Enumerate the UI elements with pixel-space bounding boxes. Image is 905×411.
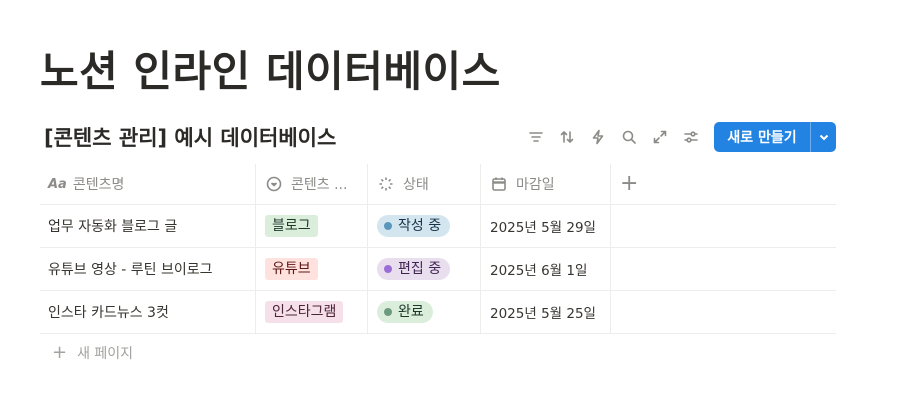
due-cell[interactable]: 2025년 6월 1일: [481, 248, 611, 290]
type-tag: 유튜브: [265, 258, 318, 280]
type-tag: 인스타그램: [265, 301, 344, 323]
add-column-icon[interactable]: +: [620, 173, 638, 195]
due-date: 2025년 5월 29일: [490, 220, 596, 236]
empty-cell: [611, 205, 836, 247]
new-page-label: 새 페이지: [77, 346, 134, 362]
new-page-button[interactable]: + 새 페이지: [52, 343, 133, 363]
status-dot: [384, 265, 392, 273]
add-column-cell: +: [611, 164, 836, 204]
empty-cell: [611, 291, 836, 333]
status-dot: [384, 308, 392, 316]
status-icon: [377, 175, 395, 193]
database-toolbar: [520, 122, 706, 152]
column-header-label: 콘텐츠 ...: [291, 177, 348, 193]
column-header-due[interactable]: 마감일: [481, 164, 611, 204]
column-header-type[interactable]: 콘텐츠 ...: [256, 164, 368, 204]
table-row[interactable]: 유튜브 영상 - 루틴 브이로그 유튜브 편집 중 2025년 6월 1일: [40, 248, 836, 291]
status-badge: 편집 중: [377, 258, 451, 280]
empty-cell: [611, 248, 836, 290]
automation-icon[interactable]: [582, 122, 613, 152]
new-button-group: 새로 만들기: [714, 122, 836, 152]
sort-icon[interactable]: [551, 122, 582, 152]
type-cell[interactable]: 블로그: [256, 205, 368, 247]
new-button[interactable]: 새로 만들기: [714, 122, 810, 152]
due-date: 2025년 5월 25일: [490, 306, 596, 322]
type-tag: 블로그: [265, 215, 318, 237]
column-header-label: 마감일: [516, 177, 555, 193]
page-title: 노션 인라인 데이터베이스: [40, 47, 501, 96]
column-header-label: 콘텐츠명: [72, 177, 125, 193]
column-header-label: 상태: [403, 177, 429, 193]
name-cell[interactable]: 인스타 카드뉴스 3컷: [40, 291, 256, 333]
status-cell[interactable]: 작성 중: [368, 205, 481, 247]
status-label: 완료: [398, 304, 424, 320]
column-header-status[interactable]: 상태: [368, 164, 481, 204]
status-label: 작성 중: [398, 218, 442, 234]
status-label: 편집 중: [398, 261, 442, 277]
status-cell[interactable]: 편집 중: [368, 248, 481, 290]
due-cell[interactable]: 2025년 5월 29일: [481, 205, 611, 247]
database-title[interactable]: [콘텐츠 관리] 예시 데이터베이스: [44, 122, 336, 152]
status-dot: [384, 222, 392, 230]
row-name: 유튜브 영상 - 루틴 브이로그: [48, 262, 213, 278]
search-icon[interactable]: [613, 122, 644, 152]
filter-icon[interactable]: [520, 122, 551, 152]
row-name: 업무 자동화 블로그 글: [48, 219, 178, 235]
table-row[interactable]: 업무 자동화 블로그 글 블로그 작성 중 2025년 5월 29일: [40, 205, 836, 248]
status-badge: 작성 중: [377, 215, 451, 237]
name-cell[interactable]: 유튜브 영상 - 루틴 브이로그: [40, 248, 256, 290]
select-icon: [265, 175, 283, 193]
row-name: 인스타 카드뉴스 3컷: [48, 305, 169, 321]
calendar-icon: [490, 175, 508, 193]
type-cell[interactable]: 유튜브: [256, 248, 368, 290]
table-header: Aa 콘텐츠명 콘텐츠 ... 상태 마감일 +: [40, 164, 836, 205]
plus-icon: +: [52, 342, 68, 363]
type-cell[interactable]: 인스타그램: [256, 291, 368, 333]
name-cell[interactable]: 업무 자동화 블로그 글: [40, 205, 256, 247]
database-table: Aa 콘텐츠명 콘텐츠 ... 상태 마감일 + 업무 자동화 블로그 글 블로…: [40, 164, 836, 334]
expand-icon[interactable]: [644, 122, 675, 152]
column-header-name[interactable]: Aa 콘텐츠명: [40, 164, 256, 204]
status-cell[interactable]: 완료: [368, 291, 481, 333]
due-date: 2025년 6월 1일: [490, 263, 588, 279]
settings-icon[interactable]: [675, 122, 706, 152]
chevron-down-icon[interactable]: [811, 122, 836, 152]
text-icon: Aa: [48, 176, 67, 192]
table-row[interactable]: 인스타 카드뉴스 3컷 인스타그램 완료 2025년 5월 25일: [40, 291, 836, 334]
due-cell[interactable]: 2025년 5월 25일: [481, 291, 611, 333]
status-badge: 완료: [377, 301, 433, 323]
